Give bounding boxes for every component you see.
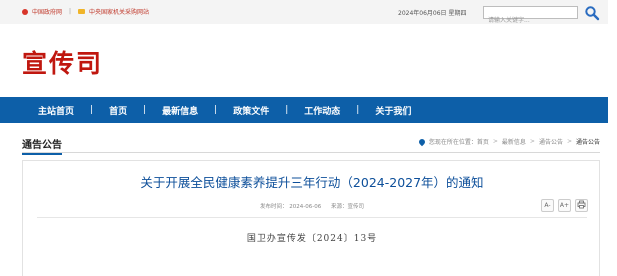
article-panel: 关于开展全民健康素养提升三年行动（2024-2027年）的通知 发布时间： 20… (22, 160, 600, 276)
search-box (483, 6, 578, 26)
section-title: 通告公告 (22, 136, 62, 155)
nav-label: 关于我们 (375, 106, 412, 117)
breadcrumb-latest-news[interactable]: 最新信息 (502, 137, 526, 146)
nav-item-about-us[interactable]: 关于我们 (375, 104, 411, 117)
divider-line (37, 217, 587, 218)
nav-item-home[interactable]: 首页 | (109, 104, 162, 117)
current-date: 2024年06月06日 星期四 (398, 10, 467, 17)
article-title: 关于开展全民健康素养提升三年行动（2024-2027年）的通知 (140, 175, 484, 190)
nav-item-latest-news[interactable]: 最新信息 | (162, 104, 233, 117)
nav-divider: | (143, 105, 147, 115)
printer-icon (577, 200, 586, 209)
procurement-site-link[interactable]: 中央国家机关采购网站 (89, 7, 149, 16)
folder-icon (78, 9, 86, 14)
breadcrumb: 您现在所在位置： 首页 > 最新信息 > 通告公告 > 通告公告 (417, 137, 600, 146)
china-gov-emblem-icon (22, 8, 28, 15)
publish-date: 发布时间： 2024-06-06 (260, 204, 322, 210)
site-logo[interactable]: 宣传司 (22, 44, 103, 80)
nav-divider: | (90, 105, 94, 115)
article-source: 来源：宣传司 (330, 204, 364, 210)
chevron-right-icon: > (492, 138, 498, 145)
print-button[interactable] (575, 199, 588, 212)
chevron-right-icon: > (566, 138, 572, 145)
nav-divider: | (214, 105, 218, 115)
nav-label: 主站首页 (38, 106, 75, 117)
nav-item-policy-documents[interactable]: 政策文件 | (233, 104, 304, 117)
breadcrumb-home[interactable]: 首页 (477, 137, 489, 146)
location-pin-icon (417, 137, 427, 146)
top-links: 中国政府网 | 中央国家机关采购网站 (22, 7, 149, 16)
search-input[interactable] (484, 15, 568, 26)
font-decrease-button[interactable]: A- (541, 199, 554, 212)
nav-item-work-updates[interactable]: 工作动态 | (304, 104, 375, 117)
nav-label: 工作动态 (304, 106, 341, 117)
search-icon[interactable] (584, 5, 600, 21)
top-link-divider: | (69, 8, 72, 15)
nav-item-main-home[interactable]: 主站首页 | (38, 104, 109, 117)
nav-label: 首页 (109, 106, 128, 117)
document-number: 国卫办宣传发〔2024〕13号 (246, 234, 378, 244)
breadcrumb-current: 通告公告 (575, 139, 600, 146)
gov-portal-link[interactable]: 中国政府网 (32, 7, 62, 16)
font-increase-button[interactable]: A+ (558, 199, 571, 212)
nav-divider: | (285, 105, 289, 115)
breadcrumb-notices[interactable]: 通告公告 (539, 137, 563, 146)
top-utility-bar: 中国政府网 | 中央国家机关采购网站 2024年06月06日 星期四 (0, 0, 608, 26)
article-meta: 发布时间： 2024-06-06 来源：宣传司 (23, 202, 601, 210)
section-header: 通告公告 您现在所在位置： 首页 > 最新信息 > 通告公告 > 通告公告 (22, 132, 600, 155)
chevron-right-icon: > (529, 138, 535, 145)
nav-label: 政策文件 (233, 106, 270, 117)
main-nav: 主站首页 | 首页 | 最新信息 | 政策文件 | 工作动态 | 关于我们 (0, 97, 608, 123)
nav-divider: | (356, 105, 360, 115)
nav-label: 最新信息 (162, 106, 199, 117)
breadcrumb-prefix: 您现在所在位置： (428, 139, 477, 146)
article-tools: A- A+ (541, 199, 588, 212)
